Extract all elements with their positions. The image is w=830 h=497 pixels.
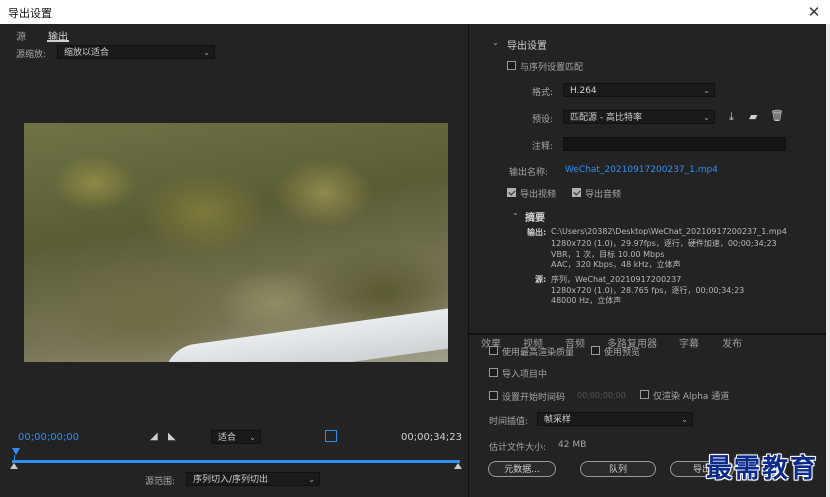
source-range-dropdown[interactable]: 序列切入/序列切出 ⌄ [186, 472, 320, 486]
source-range-label: 源范围: [145, 477, 176, 487]
comment-field[interactable] [563, 137, 786, 151]
duration-timecode: 00;00;34;23 [401, 432, 463, 443]
playhead-icon[interactable] [12, 448, 20, 455]
comment-label: 注释: [532, 142, 554, 152]
time-interpolation-dropdown[interactable]: 帧采样 ⌄ [537, 412, 693, 426]
summary-source-label: 源: [535, 275, 547, 284]
tab-captions[interactable]: 字幕 [679, 335, 699, 350]
set-out-point-icon[interactable]: ◣ [168, 431, 176, 442]
time-interpolation-value: 帧采样 [544, 415, 572, 425]
render-alpha-only-label: 仅渲染 Alpha 通道 [653, 392, 730, 402]
video-preview [24, 123, 448, 362]
queue-button[interactable]: 队列 [580, 461, 656, 477]
timeline-range-bar[interactable] [12, 460, 460, 463]
close-icon[interactable]: ✕ [800, 1, 828, 23]
file-size-value: 42 MB [558, 440, 587, 450]
match-sequence-checkbox[interactable] [507, 61, 516, 70]
summary-title: 摘要 [525, 213, 545, 224]
preset-value: 匹配源 - 高比特率 [570, 113, 642, 123]
summary-source-line: 序列，WeChat_20210917200237 [551, 275, 682, 284]
format-dropdown[interactable]: H.264 ⌄ [563, 83, 715, 97]
fit-value: 适合 [218, 433, 237, 443]
tab-source[interactable]: 源 [16, 28, 26, 43]
summary-output-label: 输出: [527, 228, 547, 237]
export-settings-title: 导出设置 [507, 41, 547, 52]
chevron-down-icon: ⌄ [249, 433, 256, 442]
source-zoom-dropdown[interactable]: 缩放以适合 ⌄ [57, 45, 215, 59]
background-window-edge [826, 24, 830, 497]
title-bar: 导出设置 ✕ [0, 0, 830, 24]
chevron-down-icon: ⌄ [703, 113, 710, 122]
crop-output-icon[interactable] [325, 430, 337, 442]
export-audio-checkbox[interactable] [572, 188, 581, 197]
in-marker-icon[interactable] [10, 463, 18, 469]
delete-preset-icon[interactable]: 🗑 [770, 109, 784, 122]
save-preset-icon[interactable]: ⤓ [729, 110, 734, 124]
summary-output-line: 1280x720 (1.0)，29.97fps，逐行，硬件加速，00;00;34… [551, 239, 777, 248]
collapse-arrow-icon[interactable]: ⌄ [492, 38, 499, 47]
fit-dropdown[interactable]: 适合 ⌄ [211, 430, 261, 444]
tab-publish[interactable]: 发布 [722, 335, 742, 350]
preview-car-roof [164, 307, 448, 362]
metadata-button[interactable]: 元数据... [488, 461, 556, 477]
use-previews-label: 使用预览 [604, 348, 641, 358]
match-sequence-label: 与序列设置匹配 [520, 63, 584, 73]
max-render-quality-label: 使用最高渲染质量 [502, 348, 575, 358]
preset-label: 预设: [532, 115, 554, 125]
out-marker-icon[interactable] [454, 463, 462, 469]
start-timecode-field[interactable]: 00;00;00;00 [577, 391, 626, 400]
import-into-project-checkbox[interactable] [489, 368, 498, 377]
import-preset-icon[interactable]: ▰ [749, 110, 757, 123]
window-title: 导出设置 [8, 7, 52, 20]
max-render-quality-checkbox[interactable] [489, 346, 498, 355]
export-audio-label: 导出音频 [585, 190, 622, 200]
export-video-label: 导出视频 [520, 190, 557, 200]
time-interpolation-label: 时间插值: [489, 417, 529, 427]
set-start-timecode-checkbox[interactable] [489, 391, 498, 400]
output-name-label: 输出名称: [509, 168, 549, 178]
summary-output-line: C:\Users\20382\Desktop\WeChat_2021091720… [551, 227, 787, 236]
chevron-down-icon: ⌄ [203, 48, 210, 57]
export-video-checkbox[interactable] [507, 188, 516, 197]
chevron-down-icon: ⌄ [308, 475, 315, 484]
format-label: 格式: [532, 88, 554, 98]
format-value: H.264 [570, 86, 597, 96]
summary-source-line: 48000 Hz，立体声 [551, 296, 622, 305]
summary-output-line: AAC，320 Kbps，48 kHz，立体声 [551, 260, 681, 269]
render-alpha-only-checkbox[interactable] [640, 390, 649, 399]
tab-output-underline [47, 40, 69, 42]
use-previews-checkbox[interactable] [591, 346, 600, 355]
source-zoom-value: 缩放以适合 [64, 48, 110, 58]
current-timecode[interactable]: 00;00;00;00 [18, 432, 79, 443]
source-zoom-label: 源缩放: [16, 50, 47, 60]
source-range-value: 序列切入/序列切出 [193, 475, 269, 485]
import-into-project-label: 导入项目中 [502, 370, 548, 380]
set-start-timecode-label: 设置开始时间码 [502, 393, 566, 403]
preset-dropdown[interactable]: 匹配源 - 高比特率 ⌄ [563, 110, 715, 124]
file-size-label: 估计文件大小: [489, 443, 547, 453]
summary-collapse-icon[interactable]: ⌄ [512, 208, 519, 217]
output-name-link[interactable]: WeChat_20210917200237_1.mp4 [565, 165, 718, 175]
set-in-point-icon[interactable]: ◢ [150, 431, 158, 442]
chevron-down-icon: ⌄ [681, 415, 688, 424]
watermark-logo: 最需教育 [706, 454, 819, 484]
chevron-down-icon: ⌄ [703, 86, 710, 95]
playhead-line [14, 455, 15, 462]
